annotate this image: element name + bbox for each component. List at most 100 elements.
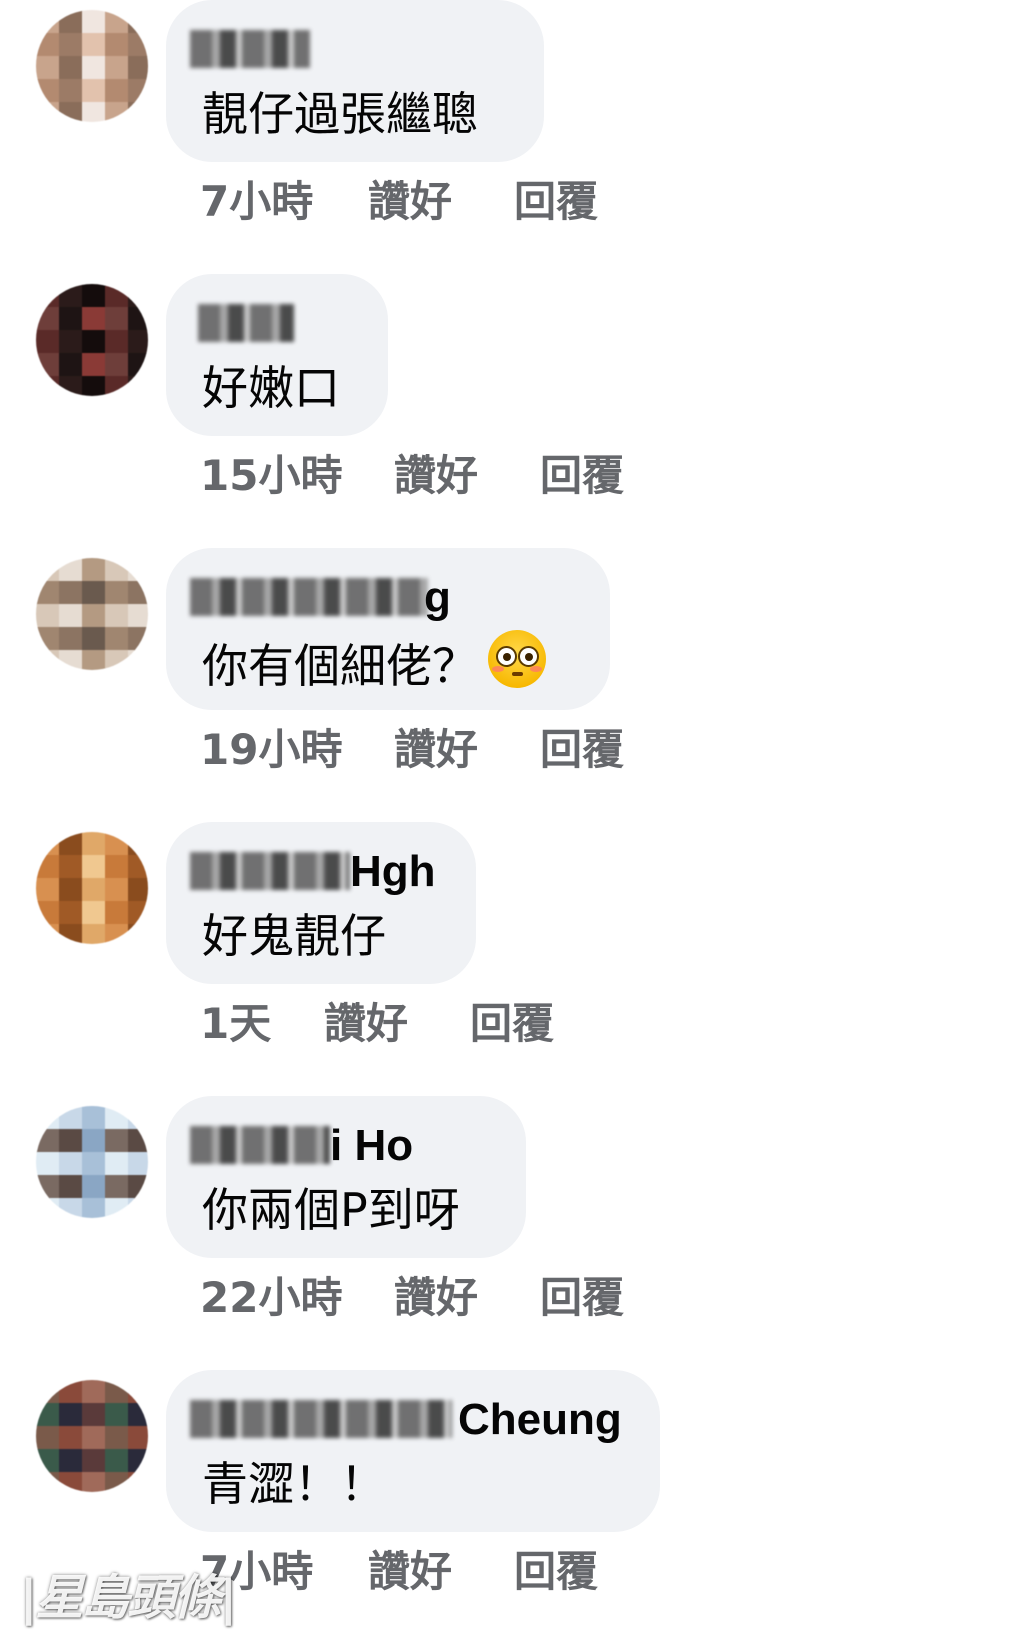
avatar-mosaic-tile	[105, 604, 129, 628]
avatar-mosaic-tile	[128, 33, 148, 57]
avatar-mosaic-tile	[128, 832, 148, 856]
comment-author-name[interactable]: i Ho	[190, 1118, 490, 1174]
reply-button[interactable]: 回覆	[540, 446, 624, 506]
comment-bubble[interactable]: g 你有個細佬？	[166, 548, 610, 710]
avatar-mosaic-tile	[59, 1472, 83, 1492]
avatar-mosaic-tile	[82, 56, 106, 80]
avatar[interactable]	[36, 1106, 148, 1218]
avatar-mosaic-tile	[105, 901, 129, 925]
avatar-mosaic-tile	[105, 650, 129, 670]
avatar-mosaic-tile	[82, 1426, 106, 1450]
comment-text: 好嫩口	[202, 361, 340, 415]
avatar-mosaic-tile	[105, 878, 129, 902]
comment-bubble[interactable]: Hgh 好鬼靚仔	[166, 822, 476, 984]
author-visible-text: i Ho	[330, 1121, 414, 1170]
comment-author-name[interactable]: Hgh	[190, 844, 440, 900]
avatar-mosaic-tile	[59, 627, 83, 651]
comment-author-name[interactable]	[198, 296, 352, 352]
comment-bubble[interactable]: 靚仔過張繼聰	[166, 0, 544, 162]
reply-button[interactable]: 回覆	[540, 1268, 624, 1328]
avatar-mosaic-tile	[36, 650, 60, 670]
comment-actions: 15小時 讚好 回覆	[200, 446, 624, 506]
avatar-mosaic-tile	[128, 79, 148, 103]
avatar-mosaic-tile	[82, 1175, 106, 1199]
like-button[interactable]: 讚好	[394, 1268, 540, 1328]
avatar-mosaic-tile	[36, 1380, 60, 1404]
avatar-mosaic-tile	[82, 901, 106, 925]
avatar[interactable]	[36, 832, 148, 944]
avatar-mosaic-tile	[128, 376, 148, 396]
avatar-mosaic-tile	[82, 1198, 106, 1218]
avatar-mosaic-tile	[59, 284, 83, 308]
comment-item: i Ho 你兩個P到呀 22小時 讚好 回覆	[0, 1096, 1024, 1371]
avatar-mosaic-tile	[82, 1129, 106, 1153]
avatar-mosaic-tile	[128, 1426, 148, 1450]
avatar[interactable]	[36, 284, 148, 396]
avatar-mosaic-tile	[82, 10, 106, 34]
comment-author-name[interactable]	[190, 22, 508, 78]
avatar-mosaic-tile	[36, 79, 60, 103]
avatar-mosaic-tile	[128, 581, 148, 605]
comment-timestamp[interactable]: 22小時	[200, 1268, 394, 1328]
avatar-mosaic-tile	[36, 1426, 60, 1450]
avatar-mosaic-tile	[105, 558, 129, 582]
avatar-mosaic-tile	[82, 627, 106, 651]
avatar-mosaic-tile	[36, 558, 60, 582]
comment-timestamp[interactable]: 19小時	[200, 720, 394, 780]
like-button[interactable]: 讚好	[394, 720, 540, 780]
avatar-mosaic-tile	[105, 855, 129, 879]
avatar-mosaic-tile	[128, 1472, 148, 1492]
avatar-mosaic-tile	[128, 10, 148, 34]
comment-timestamp[interactable]: 7小時	[200, 172, 368, 232]
avatar-mosaic-tile	[82, 1380, 106, 1404]
like-button[interactable]: 讚好	[368, 172, 514, 232]
comment-author-name[interactable]: Cheung	[190, 1392, 624, 1448]
like-button[interactable]: 讚好	[368, 1542, 514, 1602]
avatar-mosaic-tile	[82, 832, 106, 856]
comment-author-name[interactable]: g	[190, 570, 574, 626]
avatar[interactable]	[36, 10, 148, 122]
like-button[interactable]: 讚好	[394, 446, 540, 506]
reply-button[interactable]: 回覆	[470, 994, 554, 1054]
avatar[interactable]	[36, 1380, 148, 1492]
comment-bubble[interactable]: 好嫩口	[166, 274, 388, 436]
avatar-mosaic-tile	[59, 1175, 83, 1199]
comment-timestamp[interactable]: 15小時	[200, 446, 394, 506]
avatar-mosaic-tile	[128, 353, 148, 377]
avatar-mosaic-tile	[36, 353, 60, 377]
avatar-mosaic-tile	[128, 1106, 148, 1130]
avatar-mosaic-tile	[59, 1426, 83, 1450]
avatar-mosaic-tile	[36, 102, 60, 122]
avatar-mosaic-tile	[105, 924, 129, 944]
reply-button[interactable]: 回覆	[540, 720, 624, 780]
avatar-mosaic-tile	[105, 56, 129, 80]
avatar-mosaic-tile	[105, 1472, 129, 1492]
comment-actions: 7小時 讚好 回覆	[200, 172, 598, 232]
comment-bubble[interactable]: Cheung 青澀！！	[166, 1370, 660, 1532]
avatar-mosaic-tile	[59, 581, 83, 605]
avatar-mosaic-tile	[128, 650, 148, 670]
comment-bubble[interactable]: i Ho 你兩個P到呀	[166, 1096, 526, 1258]
avatar-mosaic-tile	[59, 1129, 83, 1153]
comment-item: 靚仔過張繼聰 7小時 讚好 回覆	[0, 0, 1024, 275]
avatar-mosaic-tile	[82, 102, 106, 122]
comment-item: Hgh 好鬼靚仔 1天 讚好 回覆	[0, 822, 1024, 1097]
avatar-mosaic-tile	[82, 330, 106, 354]
like-button[interactable]: 讚好	[324, 994, 470, 1054]
avatar-mosaic-tile	[82, 33, 106, 57]
author-visible-text: g	[424, 573, 451, 622]
comment-timestamp[interactable]: 1天	[200, 994, 324, 1054]
avatar-mosaic-tile	[128, 330, 148, 354]
comment-item: 好嫩口 15小時 讚好 回覆	[0, 274, 1024, 549]
avatar-mosaic-tile	[36, 901, 60, 925]
reply-button[interactable]: 回覆	[514, 172, 598, 232]
reply-button[interactable]: 回覆	[514, 1542, 598, 1602]
avatar-mosaic-tile	[105, 1426, 129, 1450]
comment-text: 你兩個P到呀	[202, 1183, 460, 1237]
blurred-author-name	[190, 1126, 330, 1164]
avatar-mosaic-tile	[105, 79, 129, 103]
avatar[interactable]	[36, 558, 148, 670]
avatar-mosaic-tile	[59, 307, 83, 331]
avatar-mosaic-tile	[36, 1175, 60, 1199]
avatar-mosaic-tile	[36, 376, 60, 396]
